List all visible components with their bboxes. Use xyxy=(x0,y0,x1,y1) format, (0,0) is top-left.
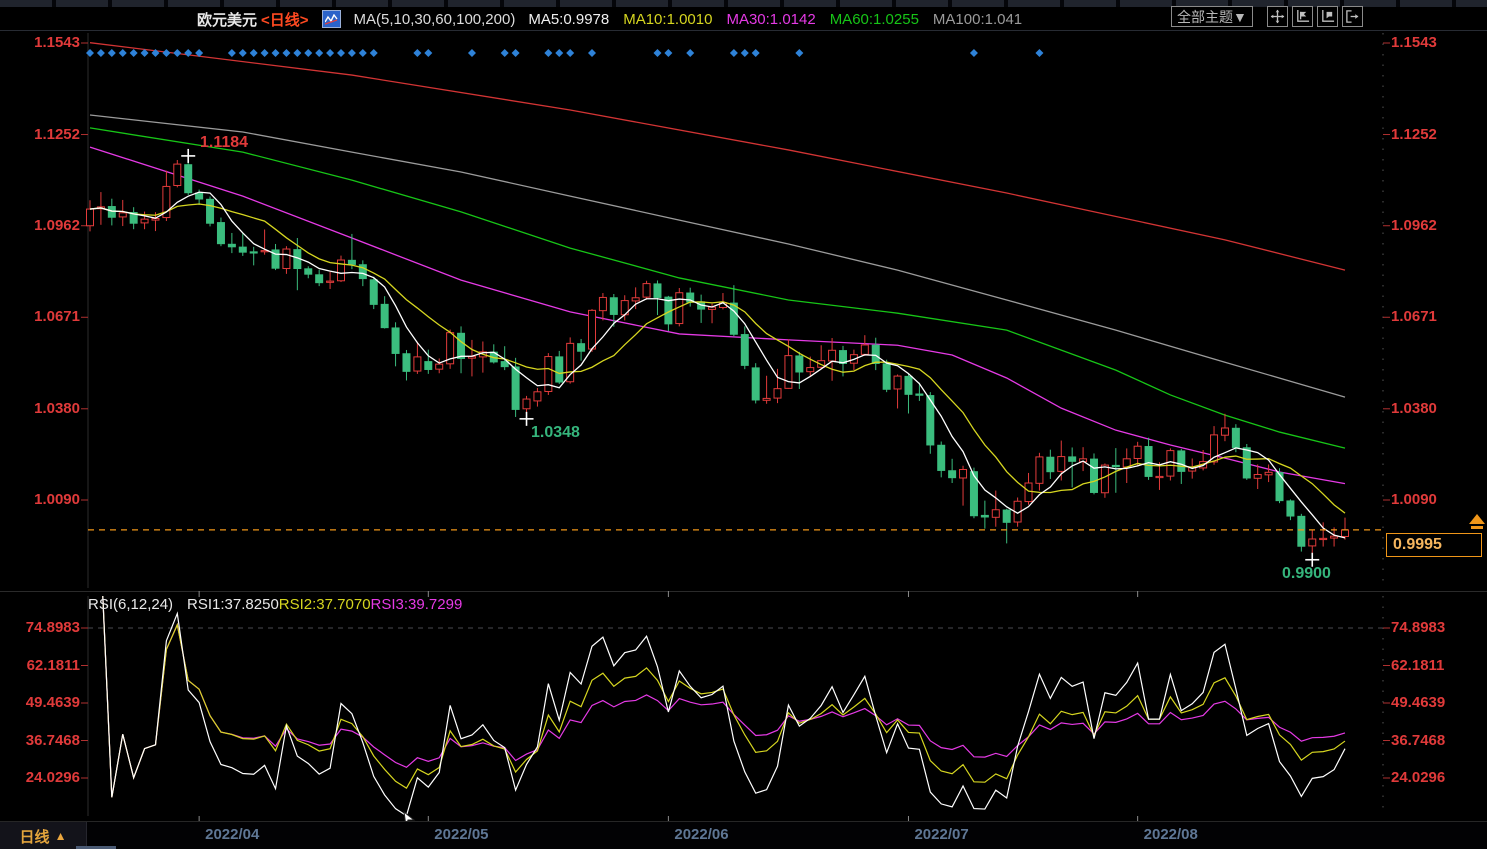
high-price-annotation: 1.1184 xyxy=(200,134,249,151)
price-axis-label-left: 1.1252 xyxy=(34,125,80,143)
rsi-axis-label-left: 62.1811 xyxy=(26,656,80,674)
rsi-axis-label-right: 49.4639 xyxy=(1391,694,1446,711)
line-chart-icon xyxy=(321,10,341,28)
may-low-price-annotation: 1.0348 xyxy=(531,424,580,441)
rsi-axis-label-left: 49.4639 xyxy=(25,694,80,711)
price-axis-label-left: 1.1543 xyxy=(34,34,80,51)
price-axis-label-left: 1.0090 xyxy=(34,490,80,508)
price-axis-label-right: 1.0962 xyxy=(1391,216,1437,234)
month-label: 2022/05 xyxy=(434,826,489,843)
ma-value: MA60:1.0255 xyxy=(829,10,919,28)
export-icon[interactable] xyxy=(1341,6,1363,27)
rsi-axis-label-right: 24.0296 xyxy=(1391,769,1446,786)
rsi-axis-label-left: 74.8983 xyxy=(25,619,80,636)
rsi-value: RSI2:37.7070 xyxy=(278,596,371,613)
theme-selector-button[interactable]: 全部主题▼ xyxy=(1171,6,1253,27)
ma-value: MA5:0.9978 xyxy=(528,10,610,28)
month-label: 2022/07 xyxy=(914,826,969,843)
month-label: 2022/08 xyxy=(1143,826,1198,843)
ma-value: MA30:1.0142 xyxy=(726,10,816,28)
period-selector[interactable]: 日线 ▲ xyxy=(0,822,87,849)
rsi-value: RSI3:39.7299 xyxy=(370,596,463,613)
ma-parameter-label: MA(5,10,30,60,100,200) xyxy=(353,10,516,28)
price-axis-label-right: 1.1252 xyxy=(1391,125,1437,143)
price-axis-label-right: 1.0671 xyxy=(1391,308,1437,326)
rsi-axis-label-left: 24.0296 xyxy=(25,769,80,786)
price-axis-label-left: 1.0962 xyxy=(34,216,80,234)
price-axis-label-right: 1.0380 xyxy=(1391,399,1437,417)
rsi-axis-label-left: 36.7468 xyxy=(25,731,80,749)
rsi-axis-label-right: 74.8983 xyxy=(1391,619,1446,636)
rsi-header: RSI(6,12,24) RSI1:37.8250RSI2:37.7070RSI… xyxy=(88,596,462,613)
price-axis-label-left: 1.0380 xyxy=(34,399,80,417)
rsi-value: RSI1:37.8250 xyxy=(187,596,279,613)
ma-legend: MA5:0.9978 MA10:1.0010 MA30:1.0142 MA60:1.0… xyxy=(528,11,1036,28)
trading-chart-app: 欧元美元 <日线> MA(5,10,30,60,100,200) MA5:0.9… xyxy=(0,0,1487,849)
month-label: 2022/04 xyxy=(205,826,260,843)
period-tag: <日线> xyxy=(261,11,309,29)
triangle-up-icon: ▲ xyxy=(54,829,67,843)
price-axis-label-right: 1.0090 xyxy=(1391,490,1437,508)
rsi-parameter-label: RSI(6,12,24) xyxy=(88,596,174,613)
aug-low-price-annotation: 0.9900 xyxy=(1282,565,1331,582)
rsi-legend: RSI1:37.8250RSI2:37.7070RSI3:39.7299 xyxy=(187,596,462,613)
month-label: 2022/06 xyxy=(674,826,729,843)
time-axis-bar: 日线 ▲ 2022/04 2022/05 2022/06 2022/07 2022/08 xyxy=(0,821,1487,849)
period-label: 日线 xyxy=(19,828,50,846)
pan-icon[interactable] xyxy=(1266,6,1288,27)
axis-left-icon[interactable] xyxy=(1291,6,1313,27)
current-price-box: 0.9995 xyxy=(1386,533,1482,557)
ma-value: MA10:1.0010 xyxy=(623,10,713,28)
ma-value: MA100:1.041 xyxy=(932,10,1023,28)
rsi-axis-label-right: 62.1811 xyxy=(1391,656,1445,674)
price-axis-label-left: 1.0671 xyxy=(34,308,80,326)
axis-right-icon[interactable] xyxy=(1316,6,1338,27)
rsi-axis-label-right: 36.7468 xyxy=(1391,731,1446,749)
chart-toolbar: 全部主题▼ xyxy=(1171,6,1363,27)
price-axis-label-right: 1.1543 xyxy=(1391,34,1437,51)
symbol-title: 欧元美元 xyxy=(197,11,258,29)
chart-canvas[interactable] xyxy=(0,0,1487,849)
